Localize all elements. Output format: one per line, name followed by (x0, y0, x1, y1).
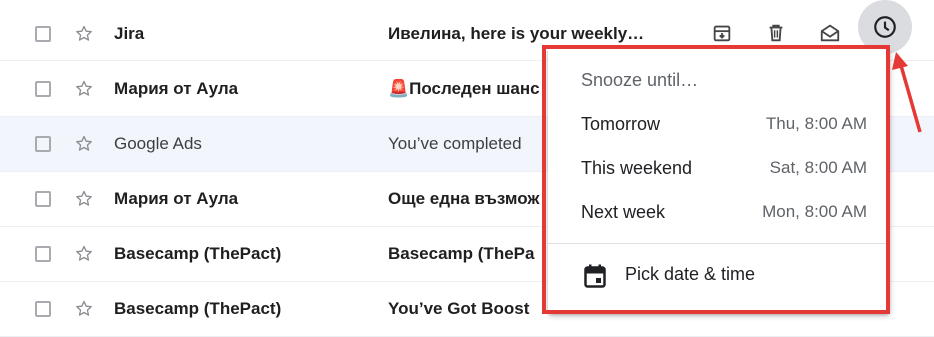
archive-icon[interactable] (708, 19, 736, 47)
pick-date-time-label: Pick date & time (625, 264, 756, 284)
star-icon[interactable] (74, 244, 94, 264)
star-icon[interactable] (74, 299, 94, 319)
snooze-clock-icon (874, 16, 896, 38)
email-sender: Jira (114, 24, 145, 43)
select-checkbox[interactable] (35, 26, 51, 42)
select-checkbox[interactable] (35, 136, 51, 152)
snooze-option-label: Tomorrow (581, 114, 661, 134)
email-subject: Ивелина, here is your weekly… (388, 24, 645, 43)
star-icon[interactable] (74, 134, 94, 154)
calendar-icon (584, 264, 606, 288)
star-icon[interactable] (74, 189, 94, 209)
select-checkbox[interactable] (35, 191, 51, 207)
email-sender: Basecamp (ThePact) (114, 299, 282, 318)
snooze-option-tomorrow[interactable]: Tomorrow Thu, 8:00 AM (548, 105, 890, 145)
snooze-option-time: Sat, 8:00 AM (769, 158, 867, 177)
snooze-option-this-weekend[interactable]: This weekend Sat, 8:00 AM (548, 149, 890, 189)
snooze-menu-title: Snooze until… (581, 70, 699, 90)
email-subject: You’ve completed (388, 134, 522, 153)
select-checkbox[interactable] (35, 301, 51, 317)
email-subject: You’ve Got Boost (388, 299, 530, 318)
email-subject: 🚨Последен шанс (388, 79, 540, 98)
delete-icon[interactable] (762, 19, 790, 47)
snooze-option-label: This weekend (581, 158, 693, 178)
pick-date-time-item[interactable]: Pick date & time (548, 252, 890, 298)
snooze-option-time: Mon, 8:00 AM (762, 202, 867, 221)
snooze-option-next-week[interactable]: Next week Mon, 8:00 AM (548, 193, 890, 233)
mark-as-read-icon[interactable] (816, 19, 844, 47)
email-sender: Мария от Аула (114, 189, 239, 208)
star-icon[interactable] (74, 79, 94, 99)
email-sender: Google Ads (114, 134, 202, 153)
menu-divider (548, 243, 890, 244)
select-checkbox[interactable] (35, 81, 51, 97)
email-subject: Basecamp (ThePa (388, 244, 535, 263)
email-sender: Basecamp (ThePact) (114, 244, 282, 263)
snooze-option-label: Next week (581, 202, 666, 222)
annotation-arrow (892, 52, 922, 133)
snooze-option-time: Thu, 8:00 AM (765, 114, 867, 133)
star-icon[interactable] (74, 24, 94, 44)
email-subject: Още една възмож (388, 189, 540, 208)
email-sender: Мария от Аула (114, 79, 239, 98)
select-checkbox[interactable] (35, 246, 51, 262)
snooze-menu: Snooze until… Tomorrow Thu, 8:00 AM This… (548, 48, 890, 314)
